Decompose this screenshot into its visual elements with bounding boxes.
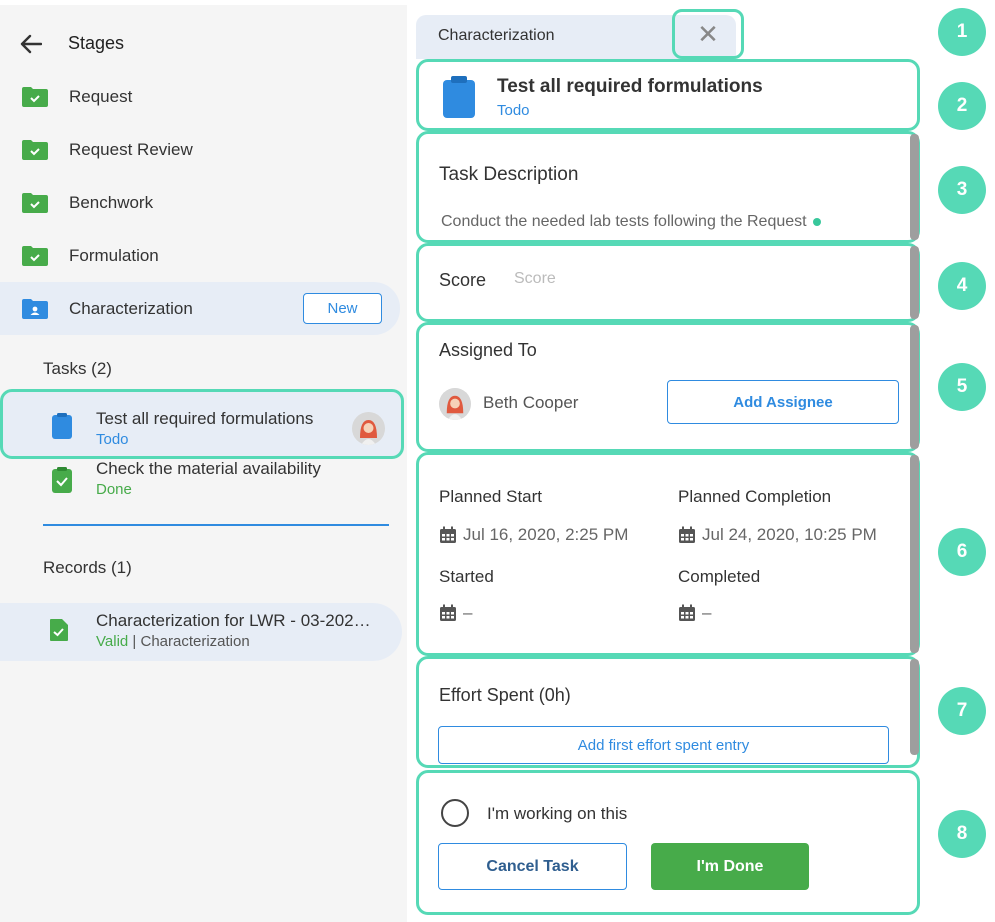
folder-user-icon [22, 298, 48, 319]
calendar-icon [440, 604, 456, 621]
add-effort-button[interactable]: Add first effort spent entry [438, 726, 889, 764]
dates-section: Planned Start Planned Completion Jul 16,… [416, 452, 920, 656]
stages-title: Stages [68, 33, 125, 53]
records-section-title: Records (1) [43, 558, 132, 577]
stage-label: Benchwork [69, 192, 154, 212]
score-section: Score [416, 243, 920, 322]
close-icon: ✕ [697, 19, 719, 49]
add-assignee-button[interactable]: Add Assignee [667, 380, 899, 424]
record-item[interactable]: Characterization for LWR - 03-202… Valid… [0, 603, 402, 661]
scrollbar-thumb[interactable] [910, 325, 919, 449]
description-text: Conduct the needed lab tests following t… [441, 213, 807, 230]
completed-date: – [702, 603, 712, 622]
callout-badge-5: 5 [938, 363, 986, 411]
calendar-icon [440, 526, 456, 543]
clipboard-icon [443, 76, 475, 118]
callout-badge-4: 4 [938, 262, 986, 310]
task-status: Todo [96, 431, 129, 448]
calendar-icon [679, 526, 695, 543]
record-status: Valid [96, 633, 129, 650]
tab-characterization[interactable]: Characterization [438, 27, 555, 45]
calendar-icon [679, 604, 695, 621]
stage-label: Request [69, 86, 133, 106]
planned-start-label: Planned Start [439, 487, 543, 506]
section-divider [43, 524, 389, 526]
task-item-selected[interactable]: Test all required formulations Todo [0, 389, 404, 459]
callout-badge-1: 1 [938, 8, 986, 56]
planned-completion-value[interactable]: Jul 24, 2020, 10:25 PM [678, 525, 877, 545]
task-status: Done [96, 481, 132, 498]
task-header: Test all required formulations Todo [416, 59, 920, 131]
stage-characterization[interactable]: Characterization New [0, 282, 400, 335]
description-title: Task Description [439, 164, 579, 185]
back-arrow-icon[interactable] [20, 34, 42, 54]
stage-formulation[interactable]: Formulation [0, 229, 400, 282]
working-label: I'm working on this [487, 804, 628, 823]
working-radio[interactable] [441, 799, 469, 827]
assigned-title: Assigned To [439, 340, 537, 360]
stage-request[interactable]: Request [0, 70, 400, 123]
scrollbar-thumb[interactable] [910, 659, 919, 755]
document-check-icon [50, 619, 68, 641]
avatar-icon [352, 412, 385, 445]
stages-sidebar: Stages Request Request Review Benchwork … [0, 5, 407, 922]
assignee-avatar [439, 388, 471, 420]
tasks-section-title: Tasks (2) [43, 359, 112, 378]
task-description-section: Task Description Conduct the needed lab … [416, 131, 920, 243]
close-button[interactable]: ✕ [672, 9, 744, 59]
record-meta: Valid | Characterization [96, 633, 250, 650]
folder-check-icon [22, 86, 48, 107]
task-status: Todo [497, 102, 530, 119]
done-button[interactable]: I'm Done [651, 843, 809, 890]
record-name: Characterization for LWR - 03-202… [96, 611, 371, 630]
callout-badge-6: 6 [938, 528, 986, 576]
stage-request-review[interactable]: Request Review [0, 123, 400, 176]
new-stage-badge[interactable]: New [303, 293, 382, 324]
stages-header: Stages [20, 33, 124, 54]
folder-check-icon [22, 192, 48, 213]
stage-label: Formulation [69, 245, 159, 265]
planned-start-value[interactable]: Jul 16, 2020, 2:25 PM [439, 525, 628, 545]
planned-completion-label: Planned Completion [678, 487, 832, 506]
score-label: Score [439, 270, 487, 290]
task-item[interactable]: Check the material availability Done [0, 459, 404, 509]
task-name: Test all required formulations [96, 409, 314, 428]
callout-badge-2: 2 [938, 82, 986, 130]
task-actions-section: I'm working on this Cancel Task I'm Done [416, 770, 920, 915]
task-title: Test all required formulations [497, 76, 763, 97]
clipboard-check-icon [52, 467, 72, 493]
record-type: | Characterization [128, 633, 250, 650]
folder-check-icon [22, 139, 48, 160]
cancel-task-button[interactable]: Cancel Task [438, 843, 627, 890]
callout-badge-8: 8 [938, 810, 986, 858]
callout-badge-3: 3 [938, 166, 986, 214]
avatar-icon [439, 388, 471, 420]
task-name: Check the material availability [96, 459, 321, 478]
score-input[interactable] [514, 270, 714, 288]
effort-section: Effort Spent (0h) Add first effort spent… [416, 656, 920, 768]
scrollbar-thumb[interactable] [910, 134, 919, 240]
started-label: Started [439, 567, 494, 586]
stage-benchwork[interactable]: Benchwork [0, 176, 400, 229]
planned-start-date: Jul 16, 2020, 2:25 PM [463, 525, 629, 544]
started-date: – [463, 603, 473, 622]
scrollbar-thumb[interactable] [910, 455, 919, 653]
planned-completion-date: Jul 24, 2020, 10:25 PM [702, 525, 877, 544]
effort-title: Effort Spent (0h) [439, 685, 571, 705]
started-value[interactable]: – [439, 603, 472, 623]
callout-badge-7: 7 [938, 687, 986, 735]
completed-value[interactable]: – [678, 603, 711, 623]
stage-label: Characterization [69, 298, 193, 318]
status-dot-icon [812, 217, 821, 226]
clipboard-icon [52, 413, 72, 439]
assignee-avatar [352, 412, 385, 445]
assignee-name: Beth Cooper [483, 393, 579, 412]
description-text-wrap: Conduct the needed lab tests following t… [441, 213, 821, 231]
scrollbar-thumb[interactable] [910, 246, 919, 319]
assigned-to-section: Assigned To Beth Cooper Add Assignee [416, 322, 920, 452]
folder-check-icon [22, 245, 48, 266]
completed-label: Completed [678, 567, 761, 586]
stage-label: Request Review [69, 139, 193, 159]
